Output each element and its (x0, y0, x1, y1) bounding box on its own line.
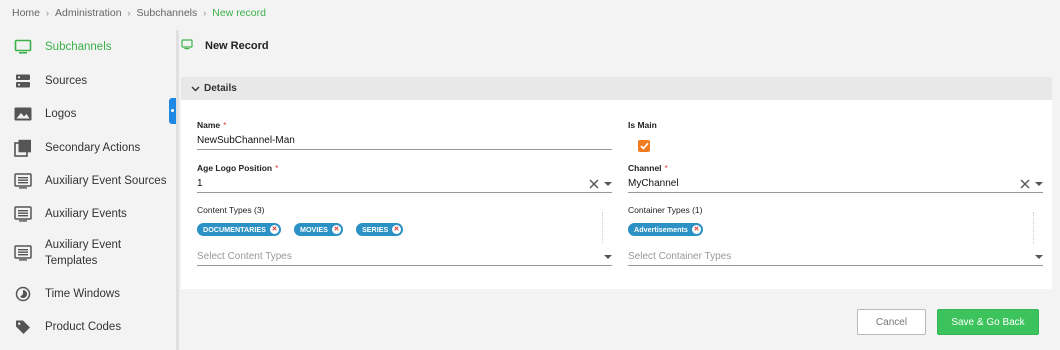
breadcrumb-separator: › (127, 8, 131, 18)
details-title: Details (204, 83, 237, 94)
timelapse-icon (14, 285, 32, 303)
content-types-select[interactable]: Select Content Types (197, 248, 612, 266)
dropdown-arrow-icon[interactable] (1035, 181, 1043, 186)
checkmark-icon (639, 142, 649, 150)
channel-value: MyChannel (628, 178, 679, 189)
breadcrumb-subchannels[interactable]: Subchannels (137, 7, 198, 19)
container-types-select[interactable]: Select Container Types (628, 248, 1043, 266)
container-types-label-text: Container Types (1) (628, 205, 703, 215)
sidebar-item-label: Subchannels (45, 41, 112, 53)
list-box-icon (14, 244, 32, 262)
sidebar-item-label: Sources (45, 75, 88, 87)
chip-documentaries[interactable]: DOCUMENTARIES (197, 222, 281, 236)
container-types-placeholder: Select Container Types (628, 251, 732, 262)
tag-icon (14, 318, 32, 336)
sidebar-item-label: Product Codes (45, 321, 122, 333)
cancel-button[interactable]: Cancel (857, 309, 926, 335)
sidebar-item-label: Time Windows (45, 288, 120, 300)
is-main-checkbox[interactable] (638, 140, 650, 152)
required-marker: * (275, 163, 279, 173)
remove-chip-icon[interactable] (269, 224, 279, 234)
sidebar-item-secondary-actions[interactable]: Secondary Actions (0, 139, 176, 157)
is-main-label: Is Main (628, 120, 657, 130)
save-and-go-back-button[interactable]: Save & Go Back (937, 309, 1039, 335)
sidebar-item-sources[interactable]: Sources (0, 72, 176, 90)
name-value: NewSubChannel-Man (197, 135, 295, 146)
chip-movies[interactable]: MOVIES (293, 222, 343, 236)
required-marker: * (664, 163, 668, 173)
dropdown-arrow-icon[interactable] (604, 181, 612, 186)
library-icon (14, 139, 32, 157)
dropdown-arrow-icon[interactable] (604, 254, 612, 259)
sidebar-collapse-handle[interactable] (169, 98, 176, 124)
name-label-text: Name (197, 120, 221, 130)
content-types-placeholder: Select Content Types (197, 251, 292, 262)
sidebar-item-auxiliary-event-sources[interactable]: Auxiliary Event Sources (0, 172, 176, 190)
divider (1033, 212, 1034, 244)
chip-label: SERIES (361, 224, 389, 234)
sidebar-item-label: Auxiliary Events (45, 208, 127, 220)
chip-label: DOCUMENTARIES (203, 224, 266, 234)
remove-chip-icon[interactable] (392, 224, 402, 234)
details-panel: Details Name * NewSubChannel-Man Is Main … (181, 77, 1052, 289)
age-logo-position-label-text: Age Logo Position (197, 163, 273, 173)
clear-icon[interactable] (588, 178, 600, 190)
content-types-chips: DOCUMENTARIES MOVIES SERIES (197, 222, 416, 236)
age-logo-position-label: Age Logo Position * (197, 163, 278, 173)
sidebar-item-label: Auxiliary Event Sources (45, 175, 167, 187)
container-types-chips: Advertisements (628, 222, 716, 236)
monitor-icon (14, 38, 32, 56)
breadcrumb-current: New record (212, 7, 266, 19)
divider (602, 212, 603, 244)
name-field[interactable]: NewSubChannel-Man (197, 132, 612, 150)
channel-label: Channel * (628, 163, 668, 173)
breadcrumb-separator: › (46, 8, 50, 18)
is-main-label-text: Is Main (628, 120, 657, 130)
sidebar-item-auxiliary-events[interactable]: Auxiliary Events (0, 205, 176, 223)
details-panel-header[interactable]: Details (181, 77, 1052, 100)
image-icon (14, 105, 32, 123)
sidebar-item-label: Secondary Actions (45, 142, 141, 154)
channel-select[interactable]: MyChannel (628, 175, 1043, 193)
dropdown-arrow-icon[interactable] (1035, 254, 1043, 259)
sidebar-item-label: Logos (45, 108, 77, 120)
breadcrumb-separator: › (203, 8, 207, 18)
content-types-label: Content Types (3) (197, 205, 264, 215)
chip-advertisements[interactable]: Advertisements (628, 222, 703, 236)
age-logo-position-value: 1 (197, 178, 203, 189)
breadcrumb-home[interactable]: Home (12, 7, 40, 19)
page-header: New Record (181, 38, 269, 54)
sidebar-item-subchannels[interactable]: Subchannels (0, 38, 176, 56)
chip-label: Advertisements (634, 224, 688, 234)
breadcrumb-administration[interactable]: Administration (55, 7, 122, 19)
channel-label-text: Channel (628, 163, 662, 173)
content-types-label-text: Content Types (3) (197, 205, 265, 215)
sidebar-item-product-codes[interactable]: Product Codes (0, 318, 176, 336)
remove-chip-icon[interactable] (331, 224, 341, 234)
monitor-icon (181, 39, 193, 53)
list-box-icon (14, 205, 32, 223)
sidebar: Subchannels Sources Logos Secondary Acti… (0, 30, 176, 350)
sidebar-item-time-windows[interactable]: Time Windows (0, 285, 176, 303)
sidebar-item-logos[interactable]: Logos (0, 105, 176, 123)
chip-series[interactable]: SERIES (355, 222, 404, 236)
remove-chip-icon[interactable] (691, 224, 701, 234)
server-icon (14, 72, 32, 90)
chip-label: MOVIES (299, 224, 328, 234)
page-title: New Record (205, 40, 269, 52)
sidebar-item-auxiliary-event-templates[interactable]: Auxiliary Event Templates (0, 237, 176, 269)
breadcrumb: Home › Administration › Subchannels › Ne… (12, 6, 266, 20)
list-box-icon (14, 172, 32, 190)
sidebar-divider (176, 30, 179, 350)
sidebar-item-label: Auxiliary Event Templates (45, 239, 122, 267)
container-types-label: Container Types (1) (628, 205, 703, 215)
age-logo-position-select[interactable]: 1 (197, 175, 612, 193)
name-label: Name * (197, 120, 226, 130)
chevron-down-icon (190, 84, 200, 94)
clear-icon[interactable] (1019, 178, 1031, 190)
required-marker: * (223, 120, 227, 130)
